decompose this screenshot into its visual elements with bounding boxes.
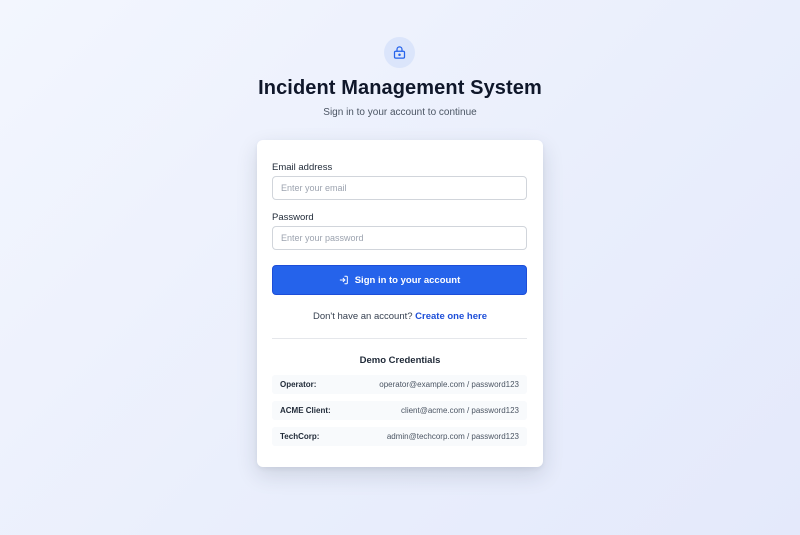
sign-in-button[interactable]: Sign in to your account [272,265,527,295]
credential-name: TechCorp: [280,432,320,441]
credential-row: TechCorp: admin@techcorp.com / password1… [272,427,527,446]
credential-name: ACME Client: [280,406,331,415]
demo-credentials-title: Demo Credentials [359,355,441,366]
credential-value: client@acme.com / password123 [401,406,519,415]
lock-icon [393,46,406,59]
sign-in-icon [339,275,348,285]
lock-icon-badge [384,37,415,68]
create-account-link[interactable]: Create one here [415,311,487,322]
password-label: Password [272,212,314,223]
page-title: Incident Management System [258,77,542,99]
password-input[interactable] [272,226,527,250]
credential-name: Operator: [280,380,317,389]
divider [272,338,527,339]
email-input[interactable] [272,176,527,200]
signup-prompt-text: Don't have an account? [313,311,413,322]
login-card: Email address Password Sign in to your a… [257,140,543,467]
signup-prompt: Don't have an account? Create one here [257,311,543,322]
page-subtitle: Sign in to your account to continue [323,107,477,118]
sign-in-button-label: Sign in to your account [354,274,461,286]
credential-value: admin@techcorp.com / password123 [386,432,519,441]
email-label: Email address [272,162,333,173]
credential-value: operator@example.com / password123 [379,380,519,389]
credential-row: Operator: operator@example.com / passwor… [272,375,527,394]
credential-row: ACME Client: client@acme.com / password1… [272,401,527,420]
